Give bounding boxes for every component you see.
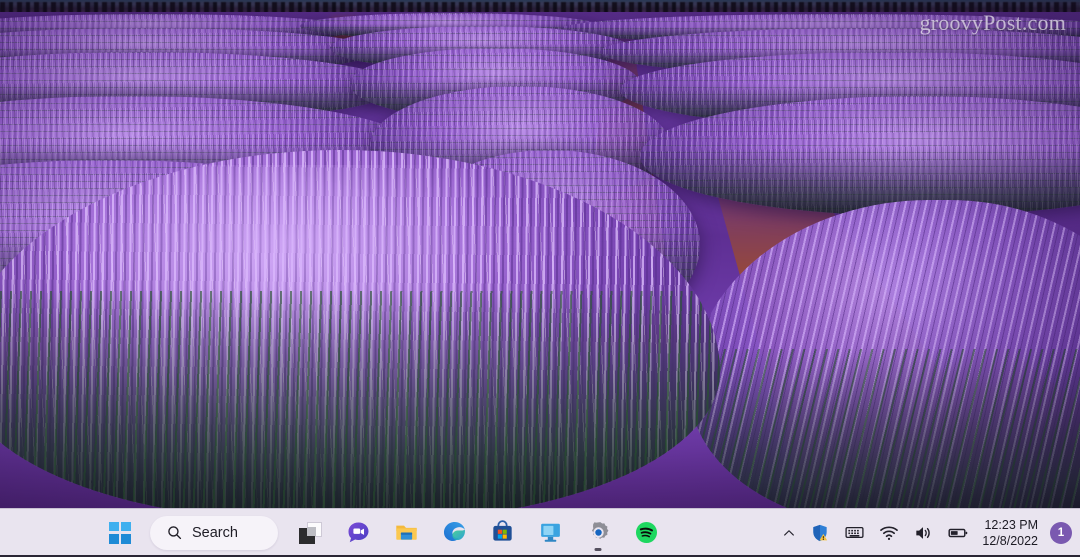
taskbar-item-task-view[interactable] — [286, 513, 334, 553]
file-explorer-icon — [395, 525, 417, 540]
taskbar-item-settings[interactable] — [574, 513, 622, 553]
touch-keyboard-icon — [845, 526, 864, 539]
desktop-wallpaper: groovyPost.com — [0, 0, 1080, 510]
taskbar-item-remote-desktop[interactable] — [526, 513, 574, 553]
taskbar-item-microsoft-store[interactable] — [478, 513, 526, 553]
spotify-icon — [635, 521, 657, 544]
search-label: Search — [192, 524, 238, 541]
notification-badge[interactable]: 1 — [1050, 521, 1072, 544]
watermark-text: groovyPost.com — [919, 10, 1066, 35]
clock-and-date[interactable]: 12:23 PM 12/8/2022 — [976, 513, 1046, 553]
tray-item-battery[interactable] — [940, 514, 976, 552]
system-tray: 12:23 PM 12/8/2022 1 — [775, 509, 1080, 556]
taskbar-item-edge[interactable] — [430, 513, 478, 553]
microsoft-store-icon — [492, 520, 512, 541]
windows-logo-icon — [109, 521, 131, 544]
tray-item-touch-keyboard[interactable] — [837, 514, 872, 552]
clock-date: 12/8/2022 — [982, 533, 1038, 548]
tray-item-network[interactable] — [872, 514, 906, 552]
wifi-icon — [880, 525, 899, 540]
shield-warning-icon — [813, 524, 828, 541]
tray-item-defender[interactable] — [803, 514, 837, 552]
speaker-icon — [916, 526, 931, 539]
desktop-screen: groovyPost.com Search 12:23 PM 12/8/2022… — [0, 0, 1080, 557]
task-view-icon — [298, 521, 322, 544]
lavender-bush-right — [690, 200, 1080, 510]
teams-chat-icon — [348, 522, 368, 543]
edge-icon — [443, 521, 465, 541]
search-input[interactable]: Search — [150, 515, 278, 550]
search-icon — [168, 526, 182, 540]
clock-time: 12:23 PM — [984, 517, 1038, 532]
taskbar-item-chat[interactable] — [334, 513, 382, 553]
battery-icon — [948, 528, 968, 537]
taskbar-item-file-explorer[interactable] — [382, 513, 430, 553]
show-hidden-icons-button[interactable] — [775, 514, 803, 552]
settings-gear-icon — [591, 522, 608, 539]
taskbar: Search 12:23 PM 12/8/2022 1 — [0, 508, 1080, 557]
taskbar-item-spotify[interactable] — [622, 513, 670, 553]
lavender-bush-foreground — [0, 150, 720, 510]
remote-desktop-icon — [540, 523, 560, 542]
active-app-indicator — [594, 547, 602, 551]
start-button[interactable] — [96, 513, 144, 553]
tray-item-volume[interactable] — [906, 514, 940, 552]
chevron-up-icon — [784, 529, 795, 536]
